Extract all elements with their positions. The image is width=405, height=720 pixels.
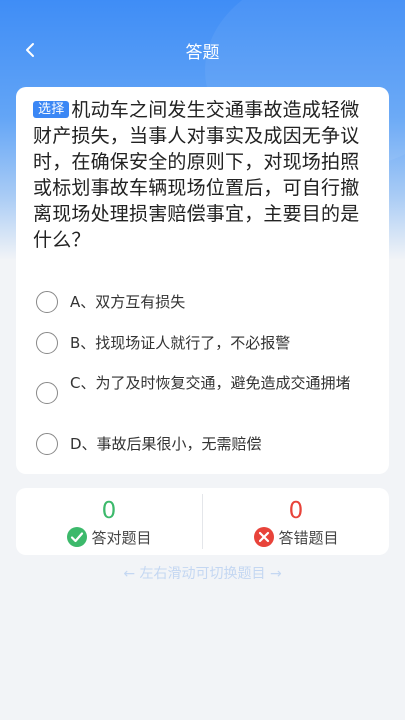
page-title: 答题 (185, 43, 220, 63)
wrong-label: 答错题目 (278, 528, 339, 547)
check-circle-icon (67, 527, 88, 547)
correct-label-row: 答对题目 (16, 526, 202, 548)
nav-bar: 答题 (0, 30, 405, 70)
question-stem: 机动车之间发生交通事故造成轻微财产损失，当事人对事实及成因无争议时，在确保安全的… (33, 99, 360, 251)
option-label: C、为了及时恢复交通，避免造成交通拥堵 (70, 374, 351, 392)
correct-stat[interactable]: 0 答对题目 (16, 498, 202, 548)
option-label: A、双方互有损失 (70, 293, 186, 311)
wrong-stat[interactable]: 0 答错题目 (203, 498, 389, 548)
option-label: D、事故后果很小，无需赔偿 (70, 435, 262, 453)
question-type-badge: 选择 (33, 101, 70, 118)
swipe-hint: ← 左右滑动可切换题目 → (123, 566, 282, 582)
x-circle-icon (254, 527, 275, 547)
radio-icon[interactable] (36, 382, 58, 404)
option-a[interactable]: A、双方互有损失 (36, 291, 376, 313)
option-c[interactable]: C、为了及时恢复交通，避免造成交通拥堵 (36, 372, 376, 404)
wrong-count: 0 (288, 498, 304, 524)
radio-icon[interactable] (36, 291, 58, 313)
option-d[interactable]: D、事故后果很小，无需赔偿 (36, 433, 376, 455)
option-b[interactable]: B、找现场证人就行了，不必报警 (36, 332, 376, 354)
radio-icon[interactable] (36, 433, 58, 455)
correct-label: 答对题目 (91, 528, 152, 547)
correct-count: 0 (101, 498, 117, 524)
question-card: 选择 机动车之间发生交通事故造成轻微财产损失，当事人对事实及成因无争议时，在确保安… (16, 87, 389, 474)
option-label: B、找现场证人就行了，不必报警 (70, 334, 291, 352)
radio-icon[interactable] (36, 332, 58, 354)
wrong-label-row: 答错题目 (203, 526, 389, 548)
question-text-block: 选择 机动车之间发生交通事故造成轻微财产损失，当事人对事实及成因无争议时，在确保安… (33, 97, 375, 253)
answer-stats-card: 0 答对题目 0 答错题目 (16, 488, 389, 555)
